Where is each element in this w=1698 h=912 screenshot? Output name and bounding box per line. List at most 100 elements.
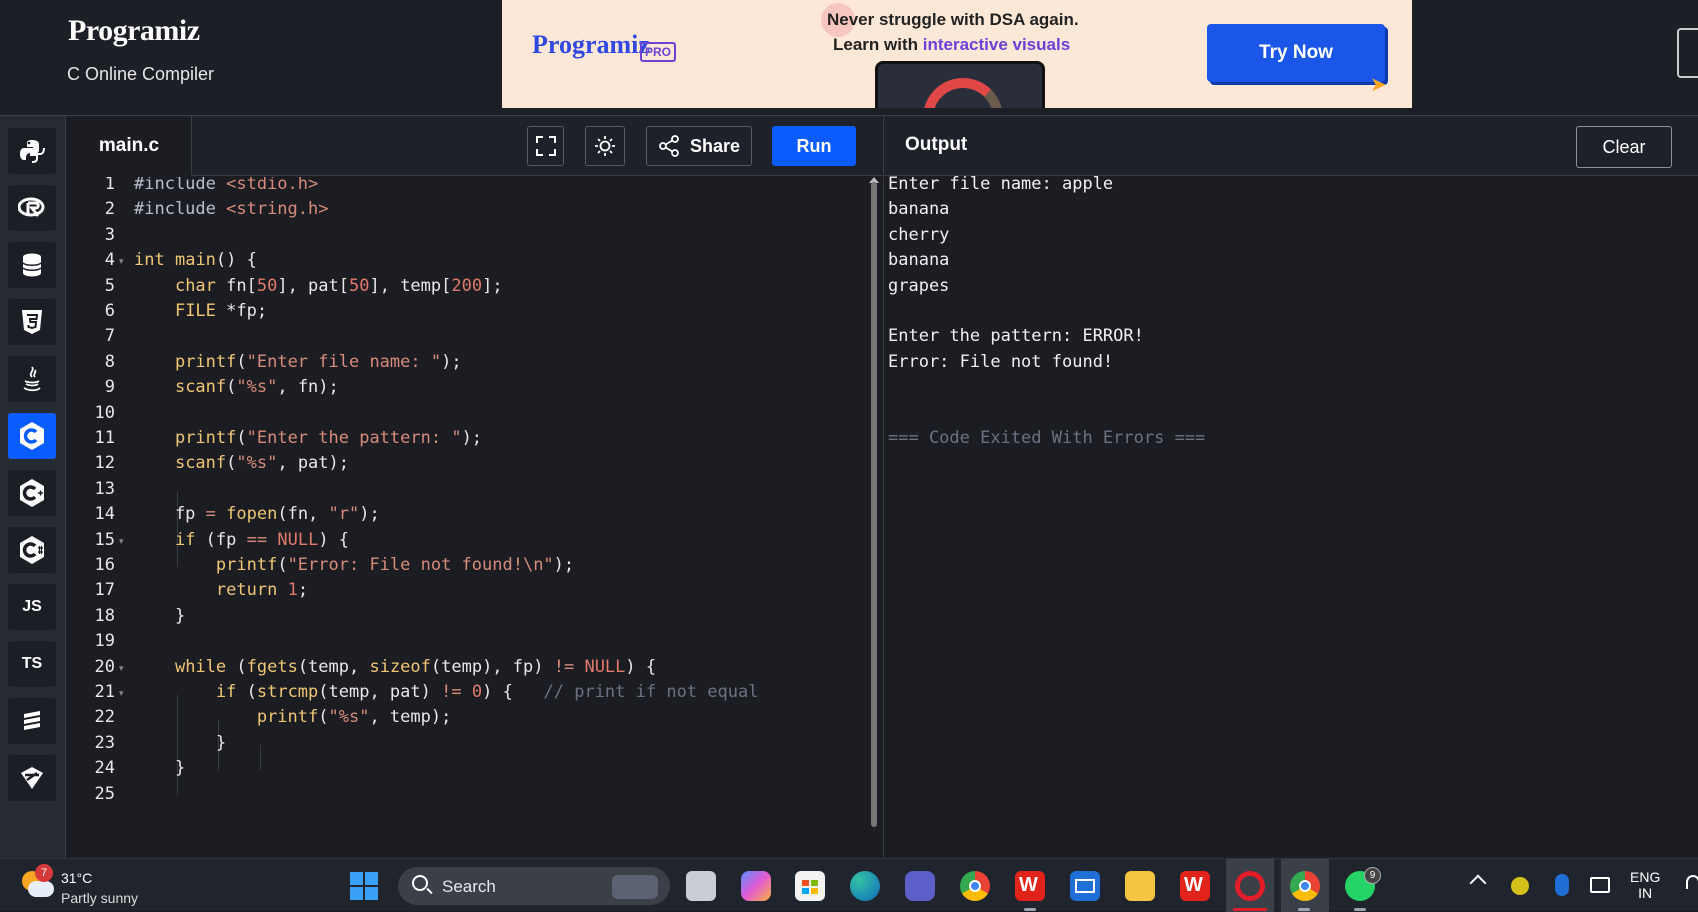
code-line: int main() { — [134, 250, 257, 271]
ad-subline-highlight: interactive visuals — [922, 35, 1071, 54]
chrome-icon[interactable] — [960, 871, 990, 901]
line-number: 23 — [94, 732, 115, 753]
output-line: banana — [888, 250, 950, 271]
code-line: return 1; — [215, 580, 309, 601]
js-icon[interactable]: JS — [8, 584, 56, 630]
mail-icon[interactable] — [1070, 871, 1100, 901]
code-line: char fn[50], pat[50], temp[200]; — [174, 275, 503, 296]
code-line: #include <string.h> — [134, 199, 329, 220]
run-button[interactable]: Run — [772, 126, 856, 166]
output-line: Error: File not found! — [888, 351, 1114, 372]
code-line: printf("Enter the pattern: "); — [174, 428, 483, 448]
code-line: while (fgets(temp, sizeof(temp), fp) != … — [174, 656, 657, 677]
weather-condition[interactable]: Partly sunny — [61, 890, 138, 906]
edge-icon[interactable] — [850, 871, 880, 901]
c-icon[interactable] — [8, 413, 56, 459]
code-line: scanf("%s", pat); — [174, 453, 349, 474]
clear-button[interactable]: Clear — [1576, 126, 1672, 168]
editor-scrollbar[interactable] — [871, 182, 877, 827]
tray-app-icon[interactable] — [1511, 877, 1529, 895]
wifi-icon[interactable] — [1686, 875, 1698, 889]
python-icon[interactable] — [8, 128, 56, 174]
windows-taskbar: 7 31°C Partly sunny Search W W 9 ENG IN — [0, 858, 1698, 912]
r-icon[interactable] — [8, 185, 56, 231]
line-number: 16 — [94, 555, 115, 575]
line-number: 7 — [104, 326, 115, 347]
ts-icon[interactable]: TS — [8, 641, 56, 687]
weather-temperature[interactable]: 31°C — [61, 870, 92, 886]
code-line: printf("%s", temp); — [256, 707, 452, 728]
output-header: Output Clear — [883, 116, 1698, 176]
ad-banner[interactable]: Programiz PRO Never struggle with DSA ag… — [502, 0, 1412, 108]
opera-icon[interactable] — [1235, 871, 1265, 901]
sql-icon[interactable] — [8, 242, 56, 288]
line-number: 17 — [94, 580, 115, 601]
fold-toggle-icon[interactable]: ▾ — [119, 536, 124, 547]
share-button[interactable]: Share — [646, 126, 752, 166]
language-indicator[interactable]: ENG IN — [1630, 869, 1660, 901]
try-now-button[interactable]: Try Now — [1207, 24, 1385, 82]
header-menu-button[interactable] — [1677, 28, 1698, 78]
bluetooth-icon[interactable] — [1555, 874, 1569, 896]
line-number: 4 — [104, 250, 115, 271]
chrome-profile-icon[interactable] — [1290, 871, 1320, 901]
windows-start-icon[interactable] — [350, 872, 378, 900]
code-line: scanf("%s", fn); — [174, 377, 339, 398]
teams-icon[interactable] — [905, 871, 935, 901]
ad-pro-badge: PRO — [640, 42, 677, 62]
java-icon[interactable] — [8, 356, 56, 402]
wps-office-icon[interactable]: W — [1015, 871, 1045, 901]
region-code: IN — [1638, 885, 1653, 901]
output-panel[interactable]: Enter file name: apple banana cherry banana… — [883, 174, 1698, 858]
go-icon[interactable] — [8, 755, 56, 801]
line-number: 19 — [94, 631, 115, 652]
html-icon[interactable] — [8, 299, 56, 345]
tray-overflow-chevron-icon[interactable] — [1469, 874, 1487, 892]
taskbar-search[interactable]: Search — [398, 867, 670, 905]
search-highlight-image — [612, 875, 658, 899]
wps-writer-icon[interactable]: W — [1180, 871, 1210, 901]
line-number: 20 — [94, 656, 115, 677]
editor-toolbar: main.c Share Run — [67, 116, 882, 176]
csharp-icon[interactable] — [8, 527, 56, 573]
theme-toggle-icon[interactable] — [585, 126, 625, 166]
code-editor[interactable]: 1 #include <stdio.h> 2 #include <string.h> 3… — [67, 177, 882, 858]
line-number: 8 — [104, 351, 115, 372]
cursor-arrow-icon: ➤ — [1370, 74, 1387, 96]
fold-toggle-icon[interactable]: ▾ — [119, 688, 124, 699]
cpp-icon[interactable] — [8, 470, 56, 516]
line-number: 2 — [104, 199, 115, 220]
whatsapp-badge: 9 — [1364, 867, 1381, 884]
share-label: Share — [689, 135, 741, 156]
line-number: 25 — [94, 783, 115, 804]
code-line: printf("Enter file name: "); — [174, 351, 462, 372]
line-number: 11 — [94, 428, 115, 448]
top-bar: Programiz C Online Compiler Programiz PR… — [0, 0, 1698, 116]
task-view-icon[interactable] — [686, 871, 716, 901]
line-number: 18 — [94, 605, 115, 626]
ad-device-image — [875, 61, 1045, 108]
weather-badge: 7 — [35, 864, 53, 882]
line-number: 15 — [94, 529, 115, 550]
line-number: 3 — [104, 224, 115, 245]
display-icon[interactable] — [1590, 877, 1610, 893]
programiz-logo[interactable]: Programiz — [68, 14, 200, 48]
copilot-icon[interactable] — [741, 871, 771, 901]
line-number: 1 — [104, 177, 115, 194]
output-line: grapes — [888, 275, 950, 296]
store-icon[interactable] — [795, 871, 825, 901]
output-line: banana — [888, 199, 950, 220]
fold-toggle-icon[interactable]: ▾ — [119, 256, 124, 267]
swift-icon[interactable] — [8, 698, 56, 744]
tab-main-c[interactable]: main.c — [67, 116, 192, 176]
fold-toggle-icon[interactable]: ▾ — [119, 663, 124, 674]
fullscreen-icon[interactable] — [527, 126, 564, 166]
output-line: Enter the pattern: ERROR! — [888, 326, 1144, 347]
line-number: 10 — [94, 402, 115, 423]
file-explorer-icon[interactable] — [1125, 871, 1155, 901]
ad-subline: Learn with interactive visuals — [833, 35, 1070, 55]
code-line: if (fp == NULL) { — [174, 529, 350, 550]
code-line: } — [134, 732, 227, 753]
ad-headline: Never struggle with DSA again. — [827, 10, 1079, 29]
code-line: FILE *fp; — [174, 301, 268, 321]
